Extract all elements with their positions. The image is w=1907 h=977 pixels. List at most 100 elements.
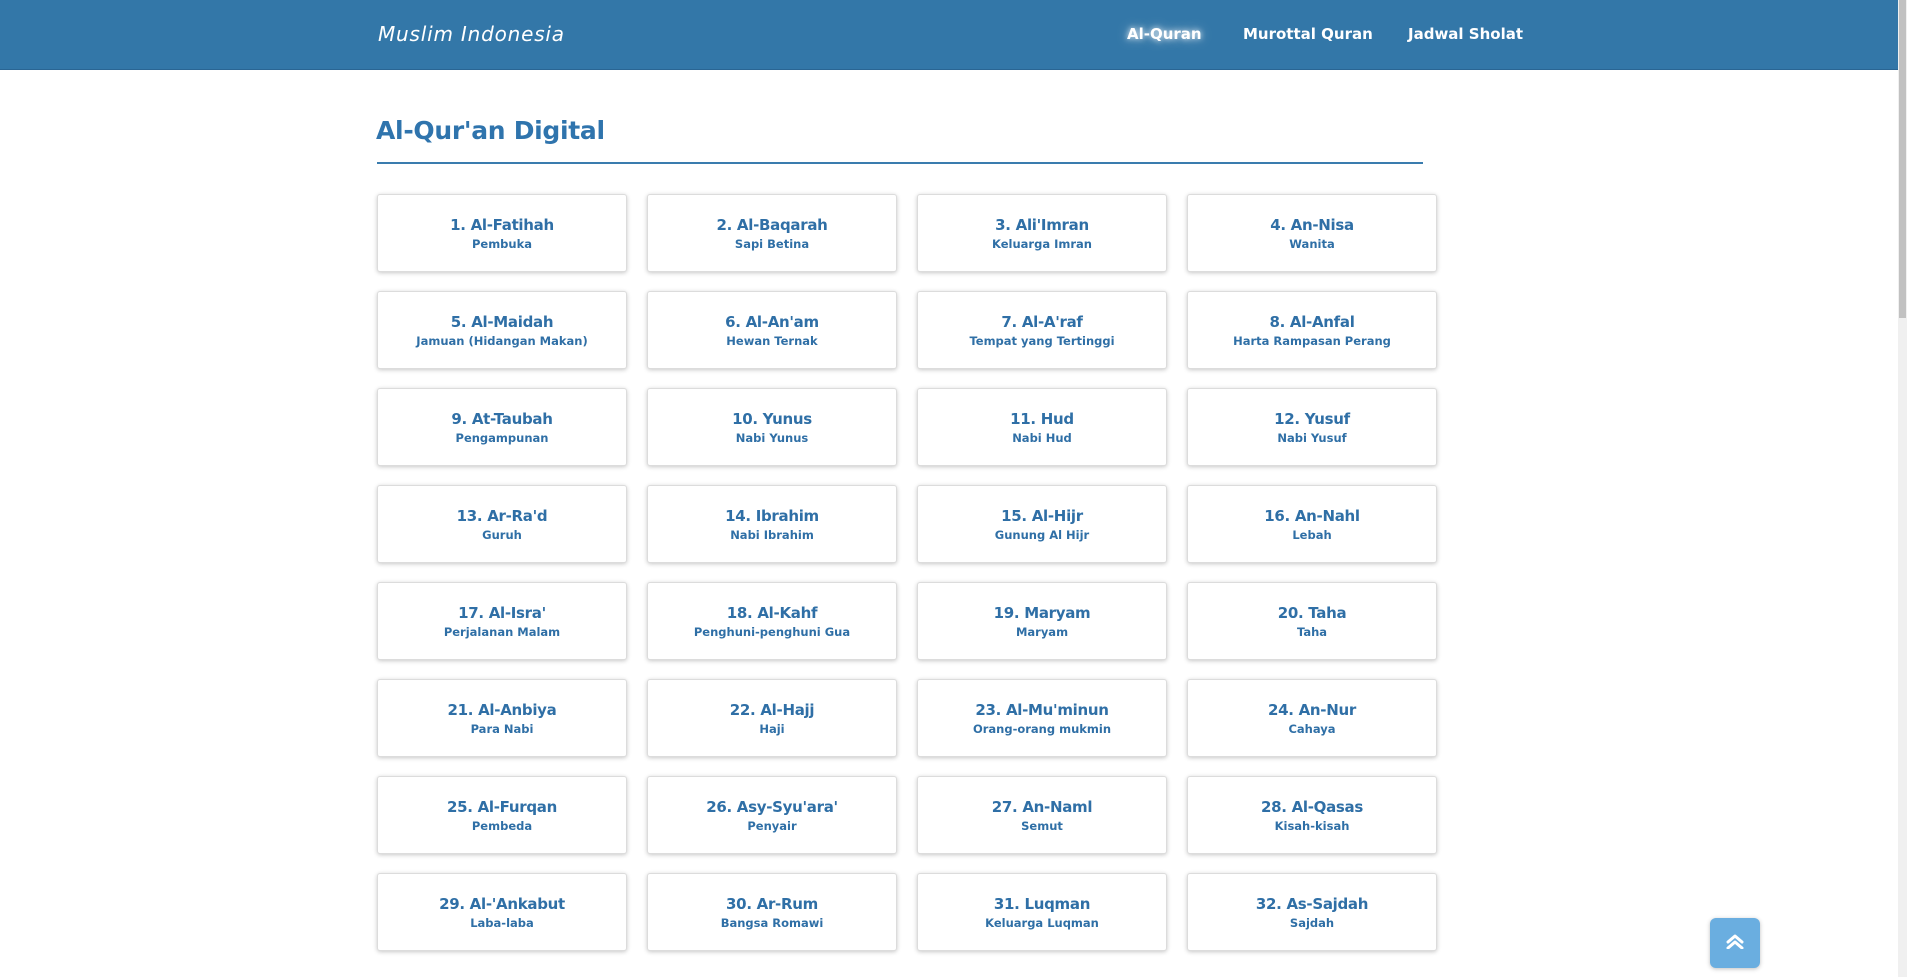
double-chevron-up-icon [1725, 933, 1745, 953]
surah-card[interactable]: 30. Ar-Rum Bangsa Romawi [647, 873, 897, 951]
surah-card[interactable]: 8. Al-Anfal Harta Rampasan Perang [1187, 291, 1437, 369]
surah-title: 23. Al-Mu'minun [975, 701, 1109, 719]
surah-card[interactable]: 7. Al-A'raf Tempat yang Tertinggi [917, 291, 1167, 369]
title-divider [377, 162, 1423, 164]
surah-title: 14. Ibrahim [725, 507, 819, 525]
surah-title: 20. Taha [1277, 604, 1347, 622]
surah-card[interactable]: 13. Ar-Ra'd Guruh [377, 485, 627, 563]
brand-logo[interactable]: Muslim Indonesia [378, 22, 565, 46]
surah-meaning: Sapi Betina [734, 237, 810, 251]
surah-title: 28. Al-Qasas [1260, 798, 1364, 816]
surah-card[interactable]: 20. Taha Taha [1187, 582, 1437, 660]
surah-meaning: Lebah [1292, 528, 1332, 542]
surah-title: 27. An-Naml [991, 798, 1093, 816]
nav-link-murottal-quran[interactable]: Murottal Quran [1243, 25, 1373, 43]
surah-title: 2. Al-Baqarah [716, 216, 828, 234]
surah-card[interactable]: 17. Al-Isra' Perjalanan Malam [377, 582, 627, 660]
surah-card[interactable]: 21. Al-Anbiya Para Nabi [377, 679, 627, 757]
surah-meaning: Perjalanan Malam [443, 625, 561, 639]
nav-link-jadwal-sholat[interactable]: Jadwal Sholat [1408, 25, 1523, 43]
surah-title: 8. Al-Anfal [1269, 313, 1355, 331]
surah-title: 3. Ali'Imran [995, 216, 1089, 234]
surah-meaning: Pengampunan [455, 431, 549, 445]
surah-card[interactable]: 5. Al-Maidah Jamuan (Hidangan Makan) [377, 291, 627, 369]
surah-meaning: Sajdah [1289, 916, 1335, 930]
surah-card[interactable]: 2. Al-Baqarah Sapi Betina [647, 194, 897, 272]
surah-title: 16. An-Nahl [1264, 507, 1360, 525]
surah-meaning: Harta Rampasan Perang [1233, 334, 1391, 348]
surah-meaning: Para Nabi [470, 722, 534, 736]
surah-meaning: Pembuka [471, 237, 533, 251]
surah-meaning: Penghuni-penghuni Gua [693, 625, 851, 639]
surah-meaning: Bangsa Romawi [720, 916, 824, 930]
scroll-to-top-button[interactable] [1710, 918, 1760, 968]
surah-title: 5. Al-Maidah [450, 313, 554, 331]
scrollbar-thumb[interactable] [1899, 0, 1906, 318]
surah-title: 15. Al-Hijr [1001, 507, 1083, 525]
surah-meaning: Nabi Hud [1012, 431, 1072, 445]
surah-card[interactable]: 24. An-Nur Cahaya [1187, 679, 1437, 757]
surah-card[interactable]: 12. Yusuf Nabi Yusuf [1187, 388, 1437, 466]
surah-card[interactable]: 25. Al-Furqan Pembeda [377, 776, 627, 854]
surah-meaning: Haji [759, 722, 785, 736]
surah-grid: 1. Al-Fatihah Pembuka 2. Al-Baqarah Sapi Be… [377, 194, 1439, 951]
surah-title: 22. Al-Hajj [729, 701, 815, 719]
surah-title: 29. Al-'Ankabut [439, 895, 565, 913]
surah-meaning: Laba-laba [470, 916, 534, 930]
surah-meaning: Maryam [1015, 625, 1069, 639]
surah-card[interactable]: 23. Al-Mu'minun Orang-orang mukmin [917, 679, 1167, 757]
surah-title: 30. Ar-Rum [726, 895, 818, 913]
surah-card[interactable]: 1. Al-Fatihah Pembuka [377, 194, 627, 272]
surah-card[interactable]: 14. Ibrahim Nabi Ibrahim [647, 485, 897, 563]
surah-card[interactable]: 11. Hud Nabi Hud [917, 388, 1167, 466]
surah-card[interactable]: 29. Al-'Ankabut Laba-laba [377, 873, 627, 951]
nav-link-al-quran[interactable]: Al-Quran [1127, 25, 1202, 43]
surah-card[interactable]: 10. Yunus Nabi Yunus [647, 388, 897, 466]
surah-meaning: Orang-orang mukmin [972, 722, 1112, 736]
surah-title: 13. Ar-Ra'd [456, 507, 548, 525]
surah-title: 19. Maryam [993, 604, 1091, 622]
surah-title: 9. At-Taubah [451, 410, 553, 428]
surah-meaning: Wanita [1289, 237, 1335, 251]
surah-card[interactable]: 15. Al-Hijr Gunung Al Hijr [917, 485, 1167, 563]
surah-title: 10. Yunus [732, 410, 812, 428]
surah-meaning: Nabi Ibrahim [730, 528, 814, 542]
surah-card[interactable]: 6. Al-An'am Hewan Ternak [647, 291, 897, 369]
surah-title: 17. Al-Isra' [458, 604, 546, 622]
surah-meaning: Jamuan (Hidangan Makan) [416, 334, 588, 348]
surah-card[interactable]: 9. At-Taubah Pengampunan [377, 388, 627, 466]
surah-title: 21. Al-Anbiya [447, 701, 557, 719]
surah-card[interactable]: 32. As-Sajdah Sajdah [1187, 873, 1437, 951]
surah-meaning: Nabi Yusuf [1277, 431, 1347, 445]
surah-title: 25. Al-Furqan [447, 798, 557, 816]
surah-card[interactable]: 4. An-Nisa Wanita [1187, 194, 1437, 272]
surah-card[interactable]: 16. An-Nahl Lebah [1187, 485, 1437, 563]
surah-meaning: Keluarga Imran [992, 237, 1092, 251]
surah-card[interactable]: 22. Al-Hajj Haji [647, 679, 897, 757]
surah-title: 6. Al-An'am [725, 313, 819, 331]
surah-meaning: Keluarga Luqman [985, 916, 1099, 930]
surah-card[interactable]: 19. Maryam Maryam [917, 582, 1167, 660]
surah-title: 24. An-Nur [1268, 701, 1356, 719]
surah-meaning: Nabi Yunus [735, 431, 809, 445]
surah-meaning: Guruh [482, 528, 522, 542]
surah-title: 32. As-Sajdah [1255, 895, 1369, 913]
surah-meaning: Hewan Ternak [726, 334, 818, 348]
navbar: Muslim Indonesia Al-Quran Murottal Quran… [0, 0, 1898, 70]
surah-card[interactable]: 31. Luqman Keluarga Luqman [917, 873, 1167, 951]
surah-meaning: Taha [1296, 625, 1328, 639]
surah-meaning: Tempat yang Tertinggi [969, 334, 1115, 348]
surah-card[interactable]: 27. An-Naml Semut [917, 776, 1167, 854]
surah-card[interactable]: 18. Al-Kahf Penghuni-penghuni Gua [647, 582, 897, 660]
surah-card[interactable]: 26. Asy-Syu'ara' Penyair [647, 776, 897, 854]
surah-meaning: Penyair [747, 819, 797, 833]
surah-title: 7. Al-A'raf [1001, 313, 1083, 331]
surah-meaning: Cahaya [1288, 722, 1336, 736]
surah-meaning: Pembeda [471, 819, 533, 833]
page-scrollbar[interactable] [1898, 0, 1907, 977]
surah-title: 18. Al-Kahf [726, 604, 818, 622]
surah-card[interactable]: 3. Ali'Imran Keluarga Imran [917, 194, 1167, 272]
surah-title: 4. An-Nisa [1270, 216, 1354, 234]
surah-meaning: Gunung Al Hijr [994, 528, 1090, 542]
surah-card[interactable]: 28. Al-Qasas Kisah-kisah [1187, 776, 1437, 854]
